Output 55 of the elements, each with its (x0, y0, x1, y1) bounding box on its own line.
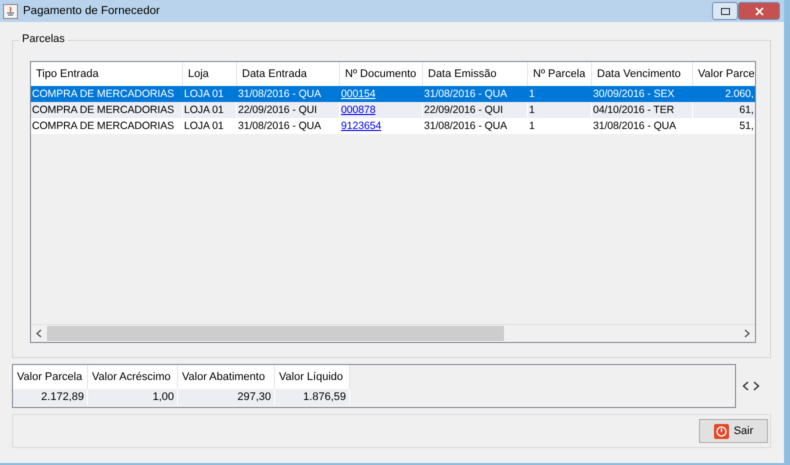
table-cell: 22/09/2016 - QUI (237, 102, 340, 118)
table-cell: 1 (528, 118, 592, 134)
column-header[interactable]: Valor Parce (693, 62, 755, 86)
column-header[interactable]: Data Emissão (423, 62, 528, 86)
table-cell: 2.060, (693, 86, 755, 102)
table-cell: 1.876,59 (275, 389, 350, 405)
horizontal-scrollbar[interactable] (31, 324, 755, 342)
table-cell: COMPRA DE MERCADORIAS (31, 86, 183, 102)
table-cell: COMPRA DE MERCADORIAS (31, 102, 183, 118)
table-cell: COMPRA DE MERCADORIAS (31, 118, 183, 134)
column-header[interactable]: Data Vencimento (592, 62, 693, 86)
column-header[interactable]: Data Entrada (237, 62, 340, 86)
table-cell: LOJA 01 (183, 102, 237, 118)
restore-button[interactable] (712, 2, 738, 20)
column-header: Valor Acréscimo (88, 365, 178, 389)
column-header: Valor Parcela (13, 365, 88, 389)
restore-icon (720, 8, 730, 14)
column-header[interactable]: Nº Documento (340, 62, 423, 86)
table-cell: 31/08/2016 - QUA (237, 118, 340, 134)
table-cell: 1 (528, 102, 592, 118)
column-header[interactable]: Loja (183, 62, 237, 86)
column-header[interactable]: Tipo Entrada (31, 62, 183, 86)
close-button[interactable] (738, 2, 780, 20)
table-cell: 2.172,89 (13, 389, 88, 405)
window-title: Pagamento de Fornecedor (23, 5, 160, 17)
table-cell: 61, (693, 102, 755, 118)
next-icon[interactable] (753, 381, 760, 391)
scroll-thumb[interactable] (47, 326, 504, 341)
exit-button[interactable]: Sair (699, 419, 768, 443)
table-cell: 1 (528, 86, 592, 102)
power-icon (714, 424, 729, 438)
scroll-left-icon[interactable] (36, 329, 42, 338)
table-cell: 31/08/2016 - QUA (423, 86, 528, 102)
table-cell: 51, (693, 118, 755, 134)
document-link[interactable]: 000878 (341, 104, 376, 116)
table-cell: 30/09/2016 - SEX (592, 86, 693, 102)
table-cell: 1,00 (88, 389, 178, 405)
column-header[interactable]: Nº Parcela (528, 62, 592, 86)
table-cell: 31/08/2016 - QUA (592, 118, 693, 134)
column-header: Valor Líquido (275, 365, 350, 389)
previous-icon[interactable] (742, 381, 749, 391)
table-cell: 297,30 (178, 389, 275, 405)
table-cell: 31/08/2016 - QUA (423, 118, 528, 134)
table-cell: 31/08/2016 - QUA (237, 86, 340, 102)
app-icon (3, 4, 18, 18)
document-link[interactable]: 000154 (341, 88, 376, 100)
table-cell: LOJA 01 (183, 86, 237, 102)
table-cell: 04/10/2016 - TER (592, 102, 693, 118)
document-link[interactable]: 9123654 (341, 120, 382, 132)
scroll-right-icon[interactable] (744, 329, 750, 338)
panel-title: Parcelas (19, 33, 68, 45)
close-icon (754, 6, 764, 16)
table-cell: LOJA 01 (183, 118, 237, 134)
table-cell: 22/09/2016 - QUI (423, 102, 528, 118)
column-header: Valor Abatimento (178, 365, 275, 389)
